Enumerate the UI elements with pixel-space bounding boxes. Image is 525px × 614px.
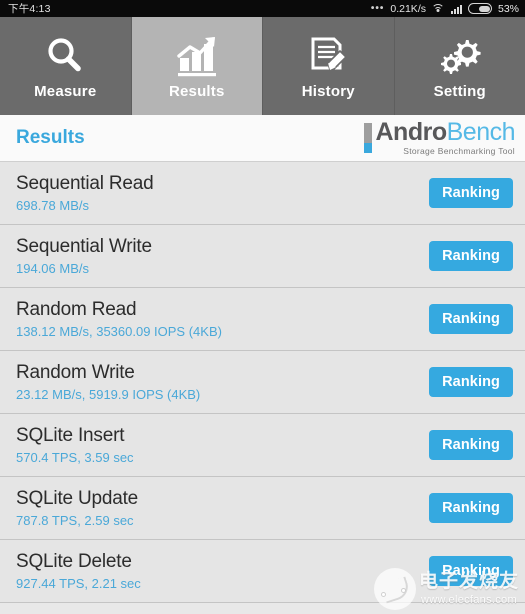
ranking-button[interactable]: Ranking — [429, 241, 513, 271]
row-texts: SQLite Delete 927.44 TPS, 2.21 sec — [16, 551, 141, 591]
status-indicators: ••• 0.21K/s 53% — [371, 3, 519, 15]
table-row[interactable]: Random Read 138.12 MB/s, 35360.09 IOPS (… — [0, 288, 525, 351]
tab-setting-label: Setting — [433, 82, 486, 100]
result-value: 927.44 TPS, 2.21 sec — [16, 576, 141, 591]
table-row[interactable]: SQLite Update 787.8 TPS, 2.59 sec Rankin… — [0, 477, 525, 540]
tab-measure[interactable]: Measure — [0, 17, 132, 115]
result-name: SQLite Update — [16, 488, 139, 509]
battery-percent-label: 53% — [497, 2, 519, 15]
row-texts: Sequential Read 698.78 MB/s — [16, 173, 154, 213]
row-texts: SQLite Update 787.8 TPS, 2.59 sec — [16, 488, 138, 528]
tab-results[interactable]: Results — [131, 17, 263, 115]
result-value: 787.8 TPS, 2.59 sec — [16, 513, 134, 528]
ranking-button[interactable]: Ranking — [429, 367, 513, 397]
result-value: 194.06 MB/s — [16, 261, 89, 276]
result-value: 570.4 TPS, 3.59 sec — [16, 450, 134, 465]
result-value: 698.78 MB/s — [16, 198, 89, 213]
logo-bar-icon — [363, 123, 372, 153]
status-clock: 下午4:13 — [8, 3, 51, 15]
status-bar: 下午4:13 ••• 0.21K/s 53% — [0, 0, 525, 17]
table-row[interactable]: SQLite Delete 927.44 TPS, 2.21 sec Ranki… — [0, 540, 525, 603]
cellular-signal-icon — [450, 4, 462, 14]
result-name: Sequential Write — [16, 236, 152, 257]
page-title: Results — [16, 127, 85, 148]
result-name: SQLite Insert — [16, 425, 125, 446]
result-name: Sequential Read — [16, 173, 154, 194]
tab-setting[interactable]: Setting — [394, 17, 525, 115]
ranking-button[interactable]: Ranking — [429, 178, 513, 208]
row-texts: Random Write 23.12 MB/s, 5919.9 IOPS (4K… — [16, 362, 200, 402]
wifi-icon — [431, 3, 445, 14]
main-tab-bar: Measure Results History Setting — [0, 17, 525, 115]
ranking-button[interactable]: Ranking — [429, 430, 513, 460]
row-texts: Sequential Write 194.06 MB/s — [16, 236, 152, 276]
logo-tagline: Storage Benchmarking Tool — [403, 146, 515, 157]
logo-bench: Bench — [446, 118, 516, 147]
document-pencil-icon — [306, 33, 350, 79]
tab-measure-label: Measure — [34, 82, 97, 100]
androbench-logo: AndroBench Storage Benchmarking Tool — [363, 120, 516, 156]
battery-icon — [467, 3, 492, 14]
result-value: 23.12 MB/s, 5919.9 IOPS (4KB) — [16, 387, 201, 402]
result-value: 138.12 MB/s, 35360.09 IOPS (4KB) — [16, 324, 222, 339]
result-name: Random Write — [16, 362, 135, 383]
tab-history-label: History — [301, 82, 355, 100]
result-name: SQLite Delete — [16, 551, 132, 572]
ranking-button[interactable]: Ranking — [429, 304, 513, 334]
results-header: Results AndroBench Storage Benchmarking … — [0, 115, 525, 162]
ranking-button[interactable]: Ranking — [429, 556, 513, 586]
network-speed-label: 0.21K/s — [390, 2, 426, 15]
table-row[interactable]: Sequential Read 698.78 MB/s Ranking — [0, 162, 525, 225]
result-name: Random Read — [16, 299, 137, 320]
table-row[interactable]: SQLite Insert 570.4 TPS, 3.59 sec Rankin… — [0, 414, 525, 477]
logo-text: AndroBench Storage Benchmarking Tool — [376, 120, 516, 156]
tab-results-label: Results — [168, 82, 225, 100]
results-list: Sequential Read 698.78 MB/s Ranking Sequ… — [0, 162, 525, 603]
table-row[interactable]: Sequential Write 194.06 MB/s Ranking — [0, 225, 525, 288]
ranking-button[interactable]: Ranking — [429, 493, 513, 523]
row-texts: SQLite Insert 570.4 TPS, 3.59 sec — [16, 425, 134, 465]
row-texts: Random Read 138.12 MB/s, 35360.09 IOPS (… — [16, 299, 222, 339]
more-dots-icon: ••• — [370, 3, 385, 14]
magnifier-icon — [43, 33, 87, 79]
table-row[interactable]: Random Write 23.12 MB/s, 5919.9 IOPS (4K… — [0, 351, 525, 414]
logo-andro: Andro — [375, 118, 448, 147]
bar-chart-icon — [174, 33, 220, 79]
logo-wordmark: AndroBench — [376, 120, 516, 145]
tab-history[interactable]: History — [263, 17, 395, 115]
gears-icon — [436, 33, 484, 79]
